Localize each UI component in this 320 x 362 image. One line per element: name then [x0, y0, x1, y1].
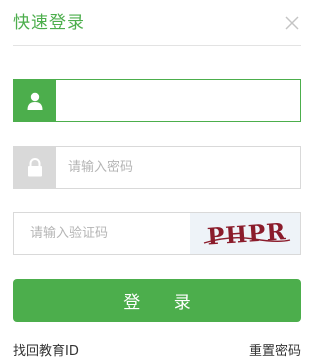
lock-icon [14, 147, 56, 188]
username-input[interactable] [56, 80, 300, 121]
captcha-image-text: PHPR [206, 218, 287, 250]
captcha-image[interactable]: PHPR [190, 213, 300, 254]
password-field[interactable] [13, 146, 301, 189]
user-icon [14, 80, 56, 121]
login-button[interactable]: 登 录 [13, 279, 301, 322]
captcha-input[interactable] [14, 213, 190, 254]
password-input[interactable] [56, 147, 300, 188]
login-title: 快速登录 [13, 13, 85, 33]
close-icon[interactable] [284, 15, 300, 31]
header-divider [13, 45, 301, 46]
username-field[interactable] [13, 79, 301, 122]
recover-id-link[interactable]: 找回教育ID [13, 340, 79, 359]
reset-password-link[interactable]: 重置密码 [249, 340, 301, 359]
captcha-field[interactable]: PHPR [13, 212, 301, 255]
